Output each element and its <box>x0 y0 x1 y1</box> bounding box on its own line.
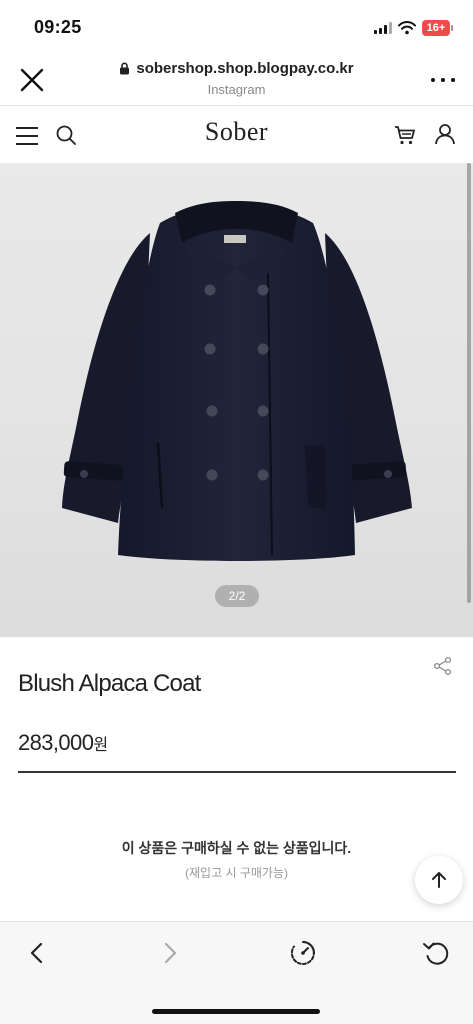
url-text: sobershop.shop.blogpay.co.kr <box>136 60 354 77</box>
battery-level: 16+ <box>422 20 450 36</box>
soldout-message: 이 상품은 구매하실 수 없는 상품입니다. <box>121 840 352 856</box>
product-image[interactable]: 2/2 <box>0 163 473 637</box>
scroll-indicator <box>467 163 471 603</box>
chevron-right-icon[interactable] <box>155 938 185 968</box>
status-bar: 09:25 16+ <box>0 0 473 56</box>
image-pager: 2/2 <box>215 585 259 607</box>
url-source: Instagram <box>207 82 266 97</box>
battery-icon: 16+ <box>422 20 453 36</box>
user-icon[interactable] <box>433 122 457 146</box>
browser-toolbar <box>0 921 473 1024</box>
scroll-top-button[interactable] <box>415 856 463 904</box>
status-time: 09:25 <box>34 17 82 37</box>
site-header: Sober <box>0 107 473 163</box>
arrow-up-icon <box>432 872 446 888</box>
coat-image <box>62 201 412 561</box>
lock-icon <box>120 62 130 75</box>
status-icons: 16+ <box>374 18 453 38</box>
price-value: 283,000 <box>18 730 94 755</box>
signal-icon <box>374 22 392 34</box>
more-icon[interactable] <box>431 70 455 90</box>
share-icon[interactable] <box>433 656 453 676</box>
restock-note: (재입고 시 구매가능) <box>185 866 288 880</box>
product-name: Blush Alpaca Coat <box>18 670 201 697</box>
chevron-left-icon[interactable] <box>22 938 52 968</box>
cart-icon[interactable] <box>393 123 417 147</box>
browser-header: sobershop.shop.blogpay.co.kr Instagram <box>0 56 473 106</box>
site-logo[interactable]: Sober <box>177 117 297 147</box>
close-icon[interactable] <box>18 66 46 94</box>
reload-icon[interactable] <box>421 938 451 968</box>
menu-icon[interactable] <box>16 127 38 145</box>
address-bar[interactable]: sobershop.shop.blogpay.co.kr Instagram <box>90 60 383 97</box>
wifi-icon <box>398 21 416 35</box>
search-icon[interactable] <box>54 123 78 147</box>
divider <box>18 771 456 773</box>
price-currency: 원 <box>93 737 108 754</box>
home-indicator[interactable] <box>152 1009 320 1014</box>
product-price: 283,000원 <box>18 730 108 756</box>
speedometer-icon[interactable] <box>288 938 318 968</box>
